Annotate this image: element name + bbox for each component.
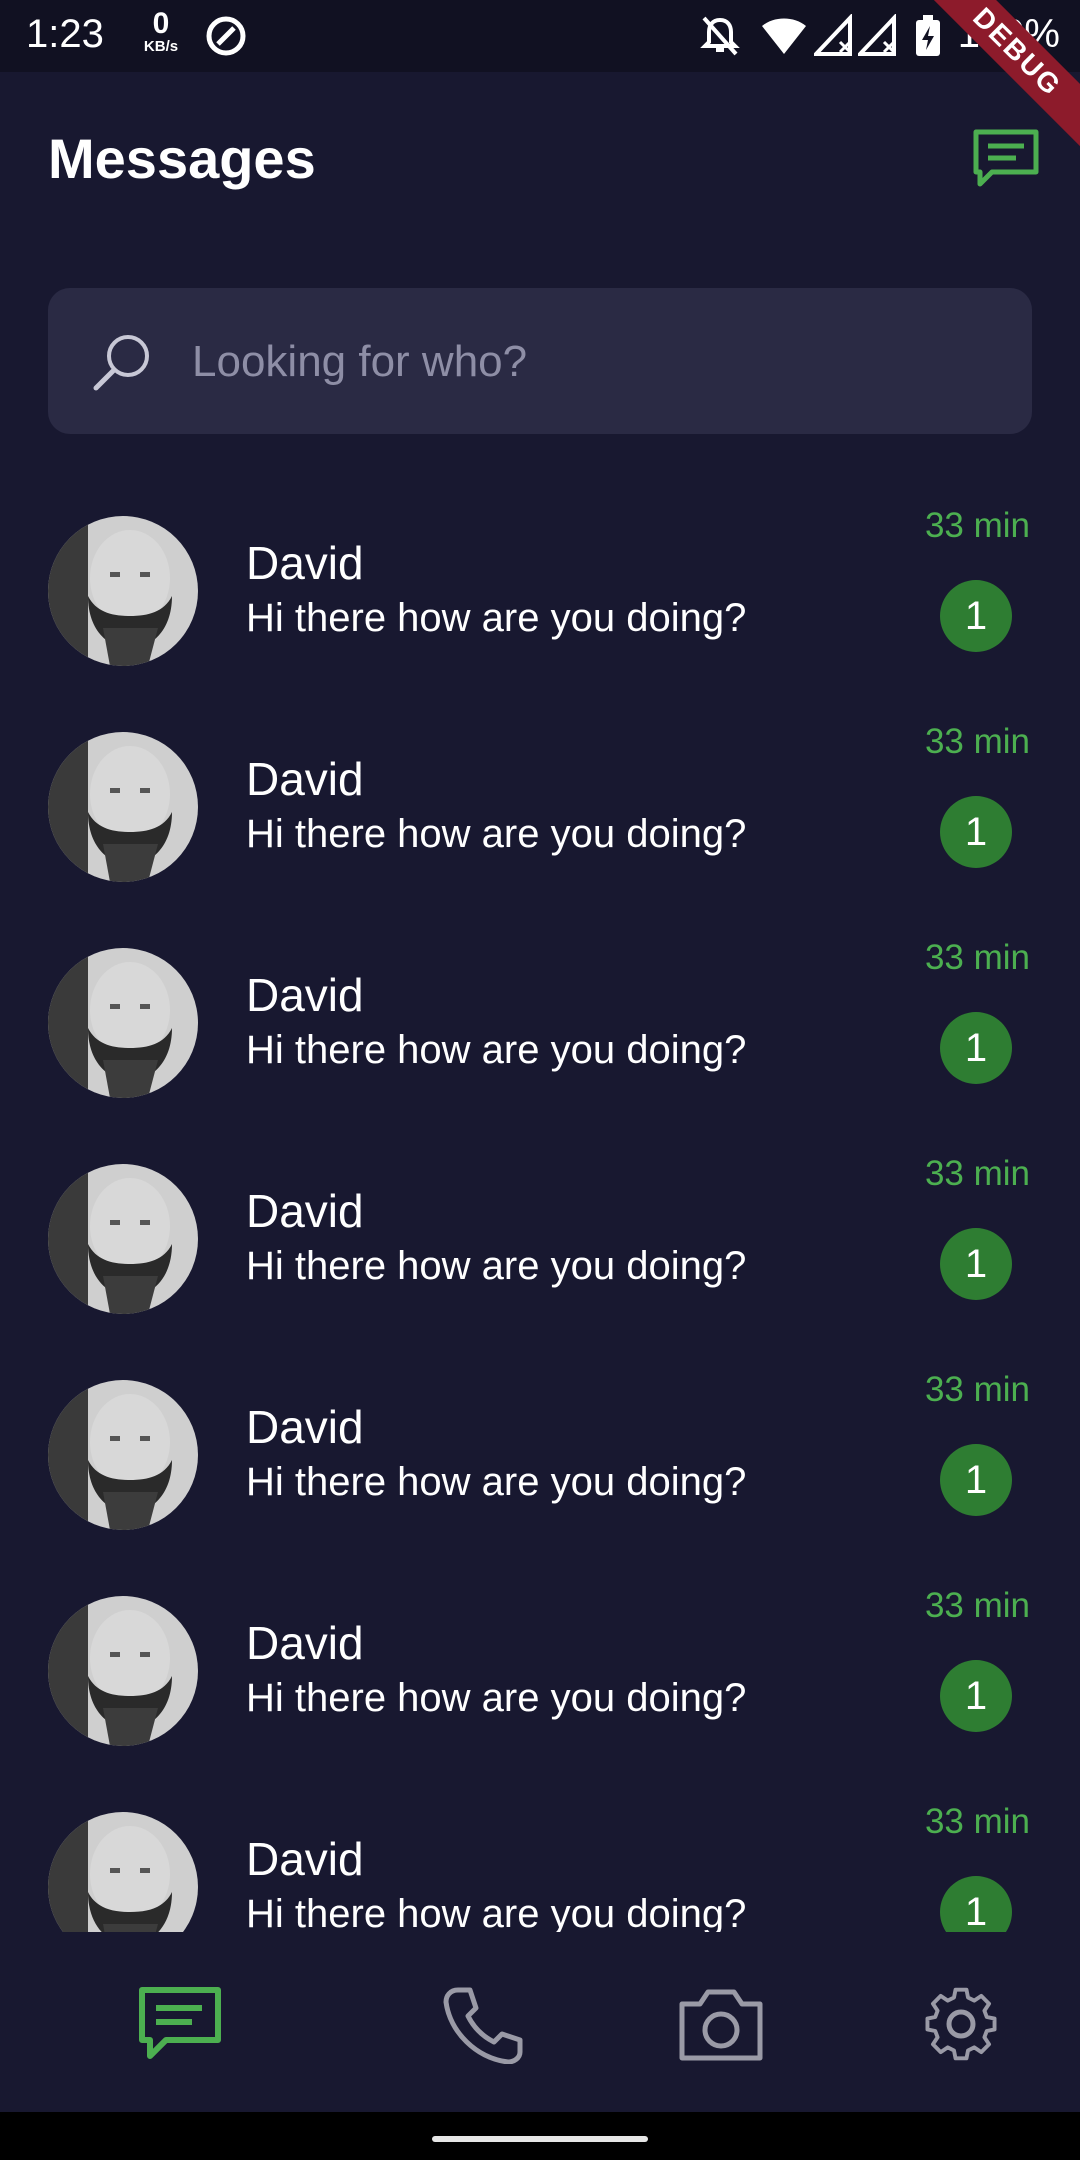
contact-name: David bbox=[246, 537, 364, 589]
contact-name: David bbox=[246, 1617, 364, 1669]
message-preview: Hi there how are you doing? bbox=[246, 596, 747, 640]
chat-bubble-icon[interactable] bbox=[972, 128, 1040, 188]
unread-badge: 1 bbox=[940, 1660, 1012, 1732]
gesture-bar bbox=[0, 2112, 1080, 2160]
wifi-icon bbox=[762, 18, 806, 54]
message-time: 33 min bbox=[924, 938, 1030, 977]
signal-icon bbox=[814, 14, 852, 56]
phone-icon[interactable] bbox=[436, 1984, 526, 2064]
message-preview: Hi there how are you doing? bbox=[246, 1028, 747, 1072]
unread-badge: 1 bbox=[940, 1444, 1012, 1516]
message-time: 33 min bbox=[924, 1802, 1030, 1841]
unread-badge: 1 bbox=[940, 1876, 1012, 1932]
message-preview: Hi there how are you doing? bbox=[246, 1244, 747, 1288]
camera-icon[interactable] bbox=[676, 1984, 766, 2064]
search-input[interactable] bbox=[190, 316, 974, 408]
message-time: 33 min bbox=[924, 722, 1030, 761]
search-bar[interactable] bbox=[48, 288, 1032, 434]
contact-name: David bbox=[246, 1833, 364, 1885]
conversation-row[interactable]: David Hi there how are you doing? 33 min 1 bbox=[0, 500, 1080, 716]
conversation-row[interactable]: David Hi there how are you doing? 33 min 1 bbox=[0, 1796, 1080, 1932]
message-preview: Hi there how are you doing? bbox=[246, 1892, 747, 1932]
contact-name: David bbox=[246, 1401, 364, 1453]
avatar[interactable] bbox=[48, 948, 198, 1098]
conversation-row[interactable]: David Hi there how are you doing? 33 min 1 bbox=[0, 1148, 1080, 1364]
data-saver-icon bbox=[206, 16, 246, 56]
unread-badge: 1 bbox=[940, 580, 1012, 652]
unread-badge: 1 bbox=[940, 1012, 1012, 1084]
conversation-row[interactable]: David Hi there how are you doing? 33 min 1 bbox=[0, 716, 1080, 932]
network-speed-unit: KB/s bbox=[143, 38, 179, 55]
avatar[interactable] bbox=[48, 1812, 198, 1932]
settings-gear-icon[interactable] bbox=[916, 1984, 1006, 2064]
message-time: 33 min bbox=[924, 506, 1030, 545]
message-time: 33 min bbox=[924, 1154, 1030, 1193]
network-speed-value: 0 bbox=[152, 7, 170, 40]
conversation-row[interactable]: David Hi there how are you doing? 33 min 1 bbox=[0, 1364, 1080, 1580]
unread-badge: 1 bbox=[940, 1228, 1012, 1300]
contact-name: David bbox=[246, 753, 364, 805]
contact-name: David bbox=[246, 1185, 364, 1237]
unread-badge: 1 bbox=[940, 796, 1012, 868]
message-list[interactable]: David Hi there how are you doing? 33 min 1 D… bbox=[0, 500, 1080, 1932]
notifications-off-icon bbox=[700, 16, 740, 56]
message-preview: Hi there how are you doing? bbox=[246, 1676, 747, 1720]
network-speed: 0 KB/s bbox=[138, 7, 184, 56]
status-bar: 1:23 0 KB/s 100% DEBUG bbox=[0, 0, 1080, 156]
avatar[interactable] bbox=[48, 1596, 198, 1746]
chat-icon[interactable] bbox=[136, 1984, 226, 2064]
message-time: 33 min bbox=[924, 1370, 1030, 1409]
search-icon bbox=[93, 335, 149, 391]
status-time: 1:23 bbox=[26, 12, 104, 56]
battery-icon bbox=[916, 15, 940, 56]
message-preview: Hi there how are you doing? bbox=[246, 812, 747, 856]
message-time: 33 min bbox=[924, 1586, 1030, 1625]
message-preview: Hi there how are you doing? bbox=[246, 1460, 747, 1504]
page-title: Messages bbox=[48, 127, 316, 190]
contact-name: David bbox=[246, 969, 364, 1021]
bottom-navigation bbox=[0, 1932, 1080, 2112]
signal-icon-2 bbox=[858, 14, 896, 56]
avatar[interactable] bbox=[48, 1164, 198, 1314]
avatar[interactable] bbox=[48, 516, 198, 666]
conversation-row[interactable]: David Hi there how are you doing? 33 min 1 bbox=[0, 1580, 1080, 1796]
avatar[interactable] bbox=[48, 732, 198, 882]
home-indicator[interactable] bbox=[432, 2136, 648, 2142]
avatar[interactable] bbox=[48, 1380, 198, 1530]
conversation-row[interactable]: David Hi there how are you doing? 33 min 1 bbox=[0, 932, 1080, 1148]
